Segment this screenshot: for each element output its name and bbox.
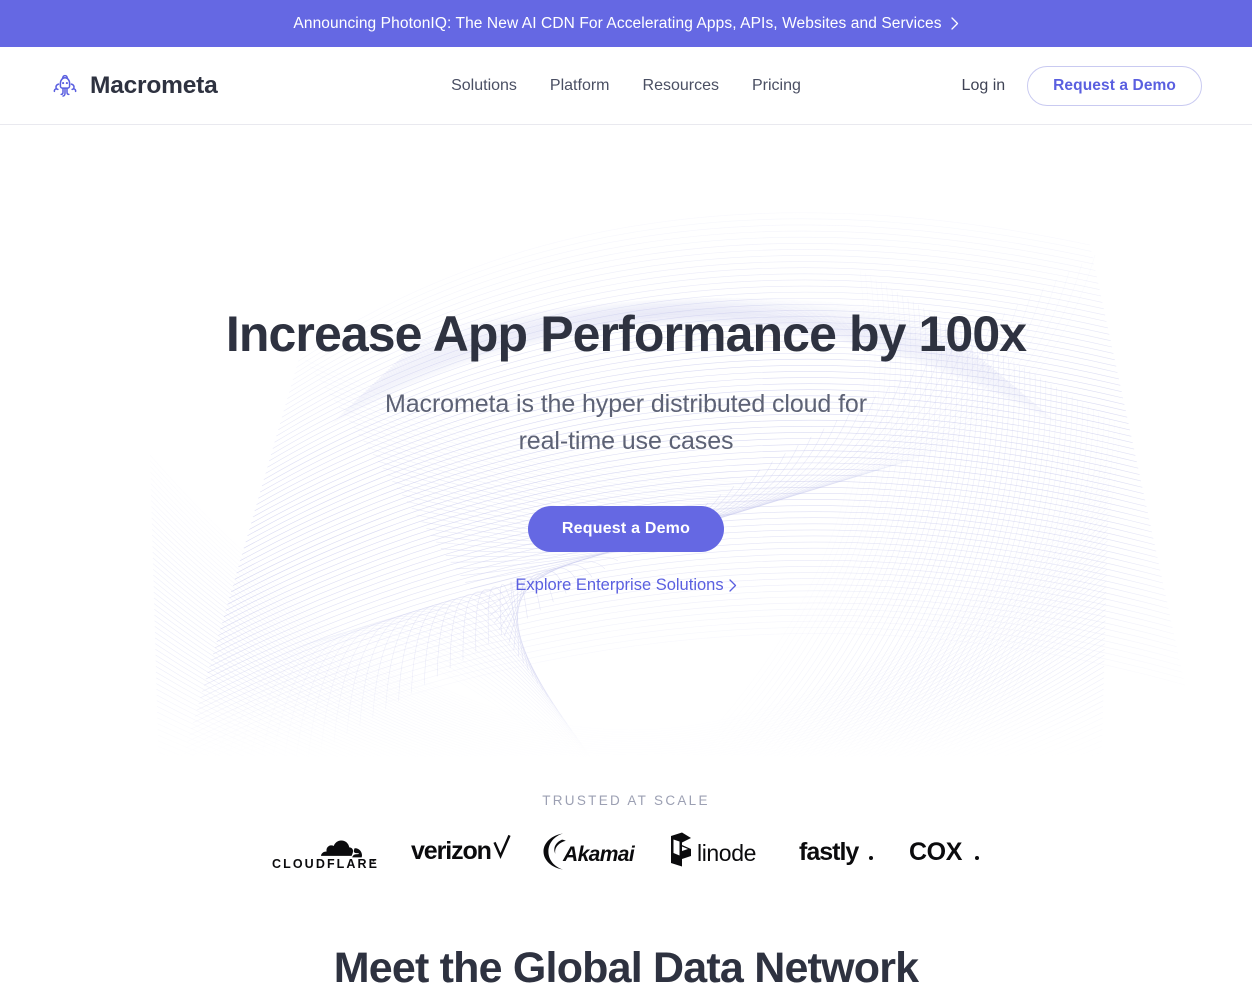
hero-subtitle-line-1: Macrometa is the hyper distributed cloud… [385,390,867,418]
nav-item-pricing[interactable]: Pricing [752,77,801,95]
svg-text:Akamai: Akamai [562,843,635,866]
trusted-at-scale-label: TRUSTED AT SCALE [542,793,710,808]
svg-text:fastly: fastly [799,838,859,866]
partner-logo-cloudflare[interactable]: CLOUDFLARE [269,830,381,872]
explore-enterprise-solutions-label: Explore Enterprise Solutions [515,576,724,594]
partner-logo-fastly[interactable]: fastly [799,833,879,869]
partner-logo-akamai[interactable]: Akamai [541,831,635,871]
brand-logo-link[interactable]: Macrometa [50,72,218,100]
request-demo-hero-button[interactable]: Request a Demo [527,506,725,552]
global-data-network-section: Meet the Global Data Network [0,872,1252,994]
chevron-right-icon [950,17,958,30]
svg-text:linode: linode [697,840,756,866]
partner-logo-row: CLOUDFLARE verizon Akamai linode fastly … [0,830,1252,872]
cloudflare-logo-icon: CLOUDFLARE [272,840,379,871]
hero-subtitle: Macrometa is the hyper distributed cloud… [0,386,1252,460]
login-link[interactable]: Log in [962,77,1006,95]
svg-text:COX: COX [909,838,963,866]
nav-item-solutions[interactable]: Solutions [451,77,517,95]
nav-item-resources[interactable]: Resources [643,77,719,95]
site-header: Macrometa Solutions Platform Resources P… [0,47,1252,125]
macrometa-octopus-logo-icon [53,74,77,97]
request-demo-header-button[interactable]: Request a Demo [1027,65,1202,106]
announcement-link[interactable]: Announcing PhotonIQ: The New AI CDN For … [293,15,958,33]
partner-logo-verizon[interactable]: verizon [411,834,511,868]
main-navigation: Solutions Platform Resources Pricing [451,77,801,95]
cox-logo-icon: COX [909,838,979,866]
brand-name: Macrometa [90,71,218,99]
akamai-logo-icon: Akamai [543,833,635,870]
header-actions: Log in Request a Demo [962,65,1202,106]
hero-content: Increase App Performance by 100x Macrome… [0,125,1252,595]
explore-enterprise-solutions-link[interactable]: Explore Enterprise Solutions [515,576,736,595]
svg-text:verizon: verizon [411,837,491,865]
hero-title: Increase App Performance by 100x [225,306,1027,362]
fastly-logo-icon: fastly [799,838,873,866]
hero-secondary-wrap: Explore Enterprise Solutions [0,552,1252,595]
nav-item-platform[interactable]: Platform [550,77,610,95]
announcement-text: Announcing PhotonIQ: The New AI CDN For … [293,14,942,32]
partner-logo-linode[interactable]: linode [665,831,769,871]
announcement-banner[interactable]: Announcing PhotonIQ: The New AI CDN For … [0,0,1252,47]
hero-section: Increase App Performance by 100x Macrome… [0,125,1252,783]
hero-subtitle-line-2: real-time use cases [518,427,734,455]
chevron-right-icon [728,579,736,592]
verizon-logo-icon: verizon [411,834,511,865]
trusted-at-scale-section: TRUSTED AT SCALE CLOUDFLARE verizon Akam… [0,783,1252,872]
linode-logo-icon: linode [671,832,756,867]
svg-text:CLOUDFLARE: CLOUDFLARE [272,857,379,871]
global-data-network-title: Meet the Global Data Network [333,944,919,992]
hero-art-fade-bottom [0,673,1252,783]
partner-logo-cox[interactable]: COX [909,834,983,868]
hero-cta-wrap: Request a Demo [0,460,1252,552]
